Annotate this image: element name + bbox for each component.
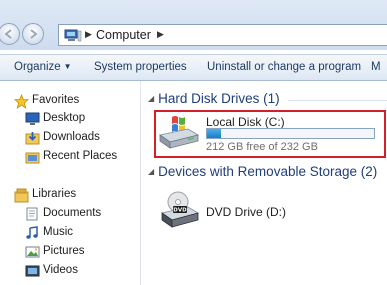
recent-places-icon <box>25 152 40 164</box>
drive-usage-bar <box>206 128 375 139</box>
libraries-icon <box>14 188 29 203</box>
system-properties-button[interactable]: System properties <box>94 61 187 73</box>
computer-icon <box>64 29 82 42</box>
pictures-icon <box>25 246 40 258</box>
navigation-pane: Favorites Desktop Downloads Recent Place… <box>0 81 141 285</box>
nav-item-label: Documents <box>43 207 102 219</box>
collapse-triangle-icon: ◢ <box>148 94 155 103</box>
content-pane: ◢ Hard Disk Drives (1) Local Disk (C:) 21… <box>142 81 387 285</box>
group-title: Hard Disk Drives (1) <box>158 91 280 106</box>
group-header-hard-disk-drives[interactable]: ◢ Hard Disk Drives (1) <box>148 91 280 106</box>
nav-item-label: Pictures <box>43 245 85 257</box>
downloads-icon <box>25 132 40 145</box>
group-divider <box>288 100 387 101</box>
back-arrow-icon <box>4 29 12 39</box>
drive-name-label: DVD Drive (D:) <box>206 205 286 219</box>
address-toolbar: ▶ Computer ▶ <box>0 0 387 50</box>
nav-item-label: Desktop <box>43 112 86 124</box>
star-icon <box>14 94 29 109</box>
dvd-icon-label: DVD <box>173 208 187 214</box>
uninstall-program-button[interactable]: Uninstall or change a program <box>207 61 361 73</box>
dropdown-caret-icon: ▼ <box>63 62 72 71</box>
nav-item-label: Downloads <box>43 131 100 143</box>
breadcrumb-computer[interactable]: Computer <box>96 28 151 42</box>
address-bar[interactable]: ▶ Computer ▶ <box>58 24 387 46</box>
nav-libraries-label: Libraries <box>32 188 77 200</box>
group-title: Devices with Removable Storage (2) <box>158 164 378 179</box>
more-command-button[interactable]: M <box>371 61 381 73</box>
nav-item-label: Recent Places <box>43 150 118 162</box>
nav-item-label: Music <box>43 226 74 238</box>
breadcrumb-separator-icon[interactable]: ▶ <box>85 29 92 40</box>
music-icon <box>26 226 38 239</box>
back-button[interactable] <box>0 23 20 45</box>
nav-item-label: Videos <box>43 264 78 276</box>
organize-button[interactable]: Organize ▼ <box>14 61 72 73</box>
drive-free-space-label: 212 GB free of 232 GB <box>206 141 318 153</box>
command-bar: Organize ▼ System properties Uninstall or… <box>0 54 387 81</box>
documents-icon <box>26 207 38 221</box>
videos-icon <box>25 265 40 277</box>
forward-button[interactable] <box>22 23 44 45</box>
group-header-removable-storage[interactable]: ◢ Devices with Removable Storage (2) <box>148 164 377 179</box>
drive-name-label: Local Disk (C:) <box>206 115 285 129</box>
dvd-drive-icon: DVD <box>161 191 200 228</box>
breadcrumb-separator-icon[interactable]: ▶ <box>157 29 164 40</box>
drive-usage-fill <box>207 129 222 138</box>
hard-drive-icon <box>159 116 200 149</box>
desktop-icon <box>25 112 40 125</box>
nav-favorites-label: Favorites <box>32 94 80 106</box>
collapse-triangle-icon: ◢ <box>148 167 155 176</box>
forward-arrow-icon <box>30 29 38 39</box>
organize-label: Organize <box>14 61 61 73</box>
